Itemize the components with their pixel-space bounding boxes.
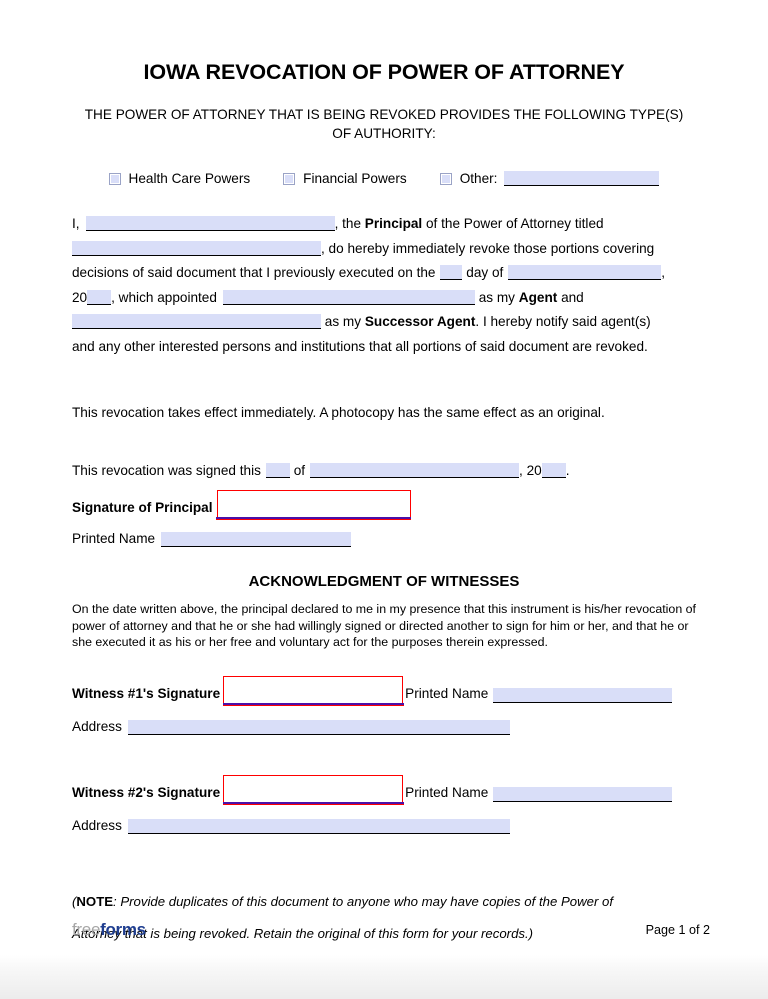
principal-signature-row: Signature of Principal [72,490,696,521]
page-footer: freeforms Page 1 of 2 [72,920,710,940]
page-number: Page 1 of 2 [645,923,710,937]
agent-name-input[interactable] [222,289,475,305]
witness-2-printed-name-label: Printed Name [405,785,489,801]
witness-1-address-label: Address [72,719,122,735]
principal-keyword: Principal [364,216,423,232]
agent-keyword: Agent [518,289,558,305]
checkbox-icon-financial[interactable] [283,172,296,185]
text-the: , the [334,216,362,232]
execution-day-input[interactable] [440,265,463,281]
page-bottom-shadow [0,955,768,999]
signed-day-input[interactable] [265,463,290,479]
principal-printed-name-label: Printed Name [72,531,156,547]
logo-text-free: free [72,920,101,939]
text-comma-20: , 20 [519,463,542,479]
witness-1-printed-name-input[interactable] [493,688,673,704]
logo-text-forms: forms [100,920,146,939]
document-page: IOWA REVOCATION OF POWER OF ATTORNEY THE… [0,0,768,955]
paragraph-line-5: as my Successor Agent. I hereby notify s… [72,310,696,335]
note-line-1: (NOTE: Provide duplicates of this docume… [72,886,696,918]
document-subtitle: THE POWER OF ATTORNEY THAT IS BEING REVO… [84,106,684,142]
text-as-my: as my [478,289,515,305]
other-authority-input[interactable] [504,171,660,187]
checkbox-icon-health-care[interactable] [108,172,121,185]
text-revoke-portions: , do hereby immediately revoke those por… [321,240,655,256]
principal-name-input[interactable] [85,216,335,232]
text-of-poa-titled: of the Power of Attorney titled [426,216,604,232]
paragraph-line-1: I, , the Principal of the Power of Attorn… [72,212,696,237]
witness-signature-row: Witness #1's Signature Printed Name [72,676,696,707]
principal-signature-label: Signature of Principal [72,500,213,516]
principal-signature-field[interactable] [215,490,412,521]
signed-month-input[interactable] [310,463,520,479]
witness-1-address-input[interactable] [127,720,510,736]
witness-2-address-input[interactable] [127,819,510,835]
authority-option-financial[interactable]: Financial Powers [283,171,407,186]
freeforms-logo[interactable]: freeforms [72,920,146,940]
witness-block-2: Witness #2's Signature Printed Name Addr… [72,775,696,835]
note-text: : Provide duplicates of this document to… [113,894,613,910]
text-20: 20 [72,289,88,305]
text-signed-this: This revocation was signed this [72,463,261,479]
paragraph-line-3: decisions of said document that I previo… [72,261,696,286]
signed-date-line: This revocation was signed this of , 20. [72,459,696,483]
text-decisions: decisions of said document that I previo… [72,265,436,281]
checkbox-icon-other[interactable] [439,172,452,185]
paragraph-line-4: 20 , which appointed as my Agent and [72,286,696,311]
text-which-appointed: , which appointed [111,289,217,305]
witness-address-row: Address [72,719,696,736]
witnesses-acknowledgment-text: On the date written above, the principal… [72,602,696,649]
text-and: and [561,289,584,305]
note-block: (NOTE: Provide duplicates of this docume… [72,886,696,950]
text-i: I, [72,216,80,232]
effect-statement: This revocation takes effect immediately… [72,405,605,421]
text-as-my-2: as my [324,314,362,330]
execution-year-input[interactable] [87,289,112,305]
authority-types-row: Health Care Powers Financial Powers Othe… [72,171,696,187]
principal-printed-name-row: Printed Name [72,531,696,548]
text-of: of [293,463,306,479]
revocation-paragraph: I, , the Principal of the Power of Attorn… [72,212,696,359]
witness-address-row: Address [72,818,696,835]
authority-option-label: Health Care Powers [128,171,251,187]
paragraph-line-2: , do hereby immediately revoke those por… [72,237,696,262]
witness-2-printed-name-input[interactable] [493,787,673,803]
witness-1-signature-field[interactable] [222,676,404,707]
successor-agent-keyword: Successor Agent [364,314,476,330]
text-day-of: day of [466,265,504,281]
document-content: IOWA REVOCATION OF POWER OF ATTORNEY THE… [72,0,696,950]
text-notify: . I hereby notify said agent(s) [475,314,651,330]
witness-2-signature-label: Witness #2's Signature [72,785,221,801]
witness-1-printed-name-label: Printed Name [405,686,489,702]
authority-option-label: Financial Powers [303,171,407,187]
note-keyword: NOTE [76,894,114,910]
witness-2-address-label: Address [72,818,122,834]
witness-block-1: Witness #1's Signature Printed Name Addr… [72,676,696,736]
authority-option-label: Other: [459,171,498,187]
paragraph-line-6: and any other interested persons and ins… [72,338,648,354]
witness-1-signature-label: Witness #1's Signature [72,686,221,702]
witnesses-heading: ACKNOWLEDGMENT OF WITNESSES [248,573,520,591]
execution-month-input[interactable] [508,265,662,281]
witness-2-signature-field[interactable] [222,775,404,806]
authority-option-health-care[interactable]: Health Care Powers [108,171,251,187]
principal-printed-name-input[interactable] [161,532,352,548]
poa-title-input[interactable] [72,240,321,256]
authority-option-other[interactable]: Other: [439,171,660,187]
page-title: IOWA REVOCATION OF POWER OF ATTORNEY [143,60,625,84]
text-comma: , [661,265,666,281]
successor-agent-name-input[interactable] [72,314,321,330]
witness-signature-row: Witness #2's Signature Printed Name [72,775,696,806]
signed-year-input[interactable] [541,463,566,479]
text-period: . [565,463,570,479]
